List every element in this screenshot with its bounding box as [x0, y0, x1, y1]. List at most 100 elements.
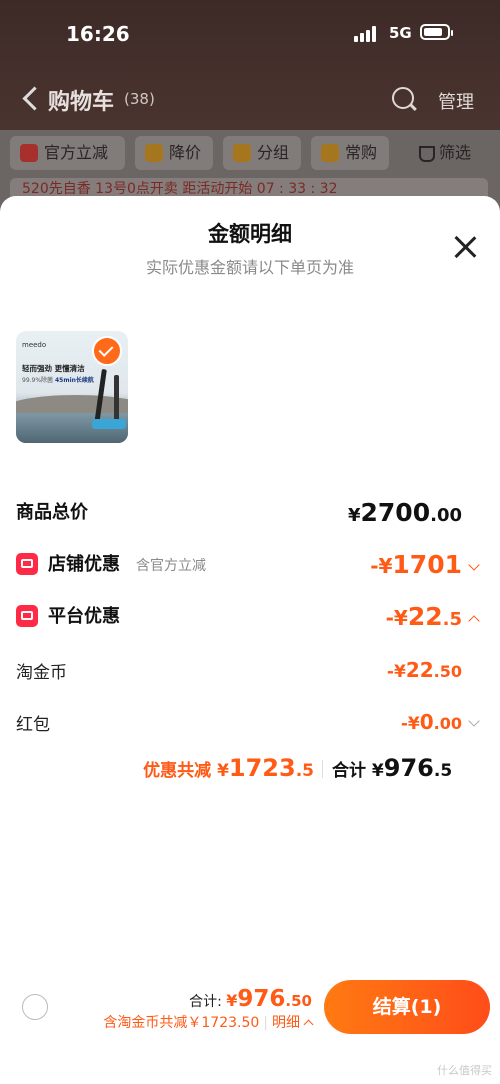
search-icon[interactable]: [392, 87, 414, 109]
feature-b: 45min长续航: [54, 377, 94, 384]
discount-summary: 优惠共减 ¥1723.5 合计 ¥976.5: [0, 754, 500, 784]
product-features: 99.9%除菌 45min长续航: [22, 375, 94, 384]
page-title: 购物车: [48, 90, 115, 115]
status-bar: 16:26 5G: [0, 0, 500, 68]
navbar: 购物车 (38) 管理: [0, 78, 500, 122]
platform-discount-value: -¥22.5: [385, 602, 480, 631]
shop-discount-label: 店铺优惠: [48, 554, 120, 575]
chevron-down-icon: [468, 559, 480, 571]
discount-label: 优惠共减: [143, 761, 212, 781]
total-price-label: 商品总价: [16, 502, 88, 523]
amount-int: 1701: [392, 550, 462, 579]
chevron-up-icon: [468, 615, 480, 627]
shop-discount-note: 含官方立减: [136, 558, 206, 574]
lightning-icon: [20, 144, 38, 162]
chip-label: 筛选: [439, 143, 472, 162]
sheet-title: 金额明细: [208, 222, 292, 246]
currency: -¥: [386, 662, 406, 682]
amount-dec: .5: [442, 609, 462, 630]
row-total-price: 商品总价 ¥2700.00: [16, 496, 484, 530]
chip-label: 降价: [169, 143, 202, 162]
manage-button[interactable]: 管理: [438, 88, 474, 114]
amount-dec: .50: [433, 662, 462, 681]
detail-toggle[interactable]: 明细: [272, 1015, 300, 1031]
chip-group[interactable]: 分组: [223, 136, 301, 170]
filter-chips: 官方立减 降价 分组 常购 筛选: [10, 136, 495, 170]
currency: -¥: [400, 714, 420, 734]
checkout-bar: 合计: ¥976.50 含淘金币共减￥1723.50 | 明细 结算(1) 什么值得…: [0, 970, 500, 1084]
platform-icon: [16, 605, 38, 627]
selected-check-icon[interactable]: [92, 336, 122, 366]
sheet-subtitle: 实际优惠金额请以下单页为准: [145, 258, 354, 277]
product-slogan: 轻而强劲 更懂清洁: [22, 364, 85, 373]
chip-price-drop[interactable]: 降价: [135, 136, 213, 170]
shop-icon: [16, 553, 38, 575]
platform-discount-label: 平台优惠: [48, 606, 120, 627]
coins-discount-note: 含淘金币共减￥1723.50: [103, 1015, 260, 1031]
folder-icon: [233, 144, 251, 162]
amount-dec: .00: [430, 505, 462, 526]
total-discount: 优惠共减 ¥1723.5: [143, 754, 314, 782]
total-label: 合计: [332, 761, 366, 781]
filter-icon: [419, 146, 435, 162]
status-time: 16:26: [66, 22, 130, 46]
product-brand: meedo: [22, 341, 47, 349]
battery-icon: [420, 24, 453, 40]
close-icon[interactable]: [452, 234, 478, 260]
down-arrow-icon: [145, 144, 163, 162]
currency: -¥: [370, 554, 393, 578]
currency: -¥: [385, 606, 408, 630]
vacuum-image: [114, 375, 119, 425]
red-packet-value: -¥0.00: [400, 710, 480, 734]
row-shop-discount[interactable]: 店铺优惠 含官方立减 -¥1701: [16, 548, 484, 582]
shop-discount-value: -¥1701: [370, 550, 480, 579]
amount-dec: .5: [295, 761, 314, 781]
cart-count: (38): [124, 90, 155, 108]
bottom-detail[interactable]: 含淘金币共减￥1723.50 | 明细: [103, 1012, 314, 1032]
red-packet-label: 红包: [16, 715, 50, 735]
amount-dec: .00: [433, 714, 462, 733]
chip-filter[interactable]: 筛选: [405, 136, 487, 170]
coins-label: 淘金币: [16, 663, 67, 683]
chevron-down-icon: [468, 715, 480, 727]
total-price-value: ¥2700.00: [348, 498, 462, 527]
amount-dec: .5: [433, 761, 453, 781]
amount-dec: .50: [285, 992, 312, 1010]
amount-int: 1723: [228, 754, 296, 782]
chip-label: 常购: [345, 143, 378, 162]
currency: ¥: [371, 761, 384, 781]
currency: ¥: [217, 761, 229, 781]
currency: ¥: [347, 505, 361, 526]
amount-int: 2700: [360, 498, 431, 527]
amount-int: 22: [405, 658, 434, 682]
bottom-total: 合计: ¥976.50: [189, 986, 312, 1012]
chip-label: 分组: [257, 143, 290, 162]
total-label: 合计:: [189, 994, 222, 1010]
network-type: 5G: [389, 24, 412, 42]
chip-label: 官方立减: [44, 143, 109, 162]
amount-int: 22: [407, 602, 443, 631]
currency: ¥: [226, 991, 238, 1010]
row-platform-discount[interactable]: 平台优惠 -¥22.5: [16, 600, 484, 634]
divider: [322, 760, 323, 778]
chip-official-discount[interactable]: 官方立减: [10, 136, 125, 170]
chip-frequent[interactable]: 常购: [311, 136, 389, 170]
watermark: 什么值得买: [437, 1064, 492, 1077]
amount-int: 976: [237, 986, 286, 1012]
amount-int: 976: [383, 754, 434, 782]
amount-int: 0: [419, 710, 434, 734]
divider: |: [263, 1015, 268, 1031]
vacuum-base-image: [92, 419, 126, 429]
select-all-radio[interactable]: [22, 994, 48, 1020]
row-red-packet[interactable]: 红包 -¥0.00: [16, 708, 484, 738]
summary-total: 合计 ¥976.5: [332, 754, 452, 782]
amount-detail-sheet: 金额明细 实际优惠金额请以下单页为准 meedo 轻而强劲 更懂清洁 99.9%…: [0, 196, 500, 1084]
row-coins: 淘金币 -¥22.50: [16, 656, 484, 686]
bag-icon: [321, 144, 339, 162]
chevron-up-icon: [303, 1019, 314, 1030]
checkout-button[interactable]: 结算(1): [324, 980, 490, 1034]
back-arrow-icon[interactable]: [22, 86, 47, 111]
signal-icon: [354, 26, 380, 42]
feature-a: 99.9%除菌: [22, 377, 54, 384]
coins-value: -¥22.50: [387, 658, 462, 682]
